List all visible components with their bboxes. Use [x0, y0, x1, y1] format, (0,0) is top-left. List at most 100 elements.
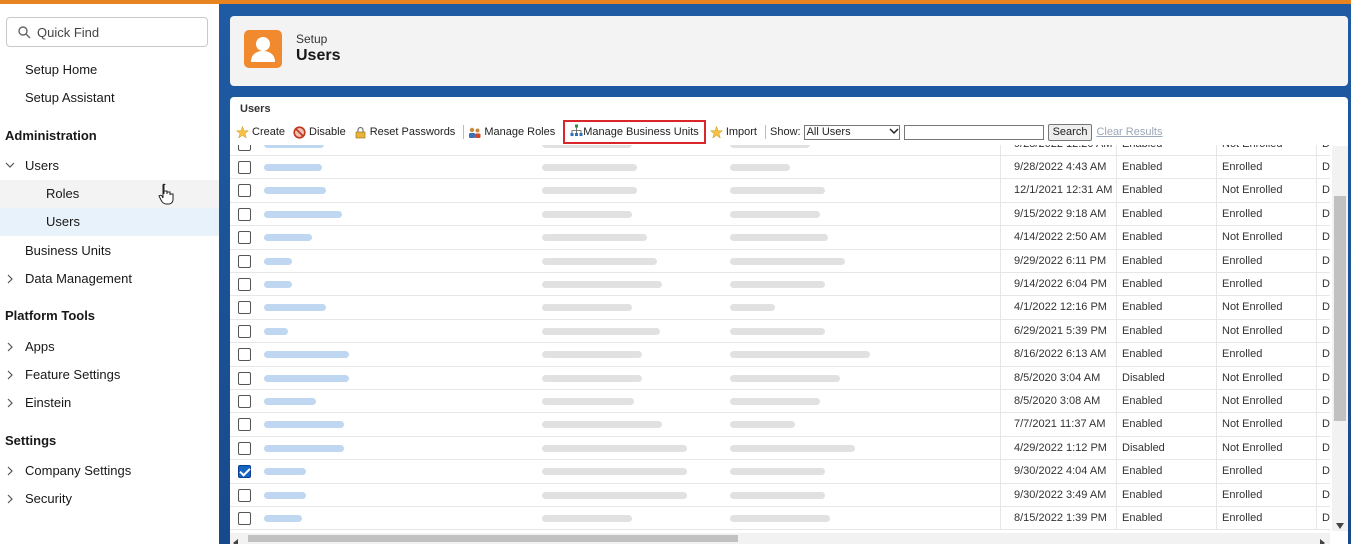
row-checkbox[interactable] — [238, 278, 251, 291]
row-checkbox[interactable] — [238, 395, 251, 408]
horizontal-scrollbar[interactable] — [230, 533, 1330, 544]
user-name-link[interactable] — [264, 327, 288, 335]
enrollment-cell: Not Enrolled — [1222, 395, 1283, 407]
column-divider — [1000, 390, 1001, 413]
column-divider — [1216, 296, 1217, 320]
create-button[interactable]: Create — [235, 125, 285, 139]
manage-roles-button[interactable]: Manage Roles — [468, 126, 555, 139]
status-cell: Enabled — [1122, 231, 1163, 244]
table-row: 8/5/2020 3:04 AM Disabled Not Enrolled D — [230, 366, 1330, 390]
row-checkbox[interactable] — [238, 145, 251, 151]
manage-business-units-button[interactable]: Manage Business Units — [563, 120, 706, 144]
row-checkbox[interactable] — [238, 418, 251, 432]
show-label: Show: — [770, 126, 801, 138]
row-checkbox[interactable] — [238, 371, 251, 385]
user-name-link[interactable] — [264, 210, 342, 218]
user-name-link[interactable] — [264, 257, 292, 265]
row-checkbox[interactable] — [238, 231, 251, 245]
row-checkbox[interactable] — [238, 441, 251, 455]
row-checkbox[interactable] — [238, 348, 251, 362]
sidebar-item-einstein[interactable]: Einstein — [0, 389, 219, 417]
sidebar-item-setup-home[interactable]: Setup Home — [0, 56, 219, 84]
row-checkbox[interactable] — [238, 488, 251, 502]
row-checkbox[interactable] — [238, 301, 251, 315]
column-divider — [1116, 507, 1117, 530]
column-divider — [1316, 319, 1317, 343]
sidebar-item-company-settings[interactable]: Company Settings — [0, 457, 219, 485]
column-divider — [1316, 249, 1317, 273]
clear-results-link[interactable]: Clear Results — [1096, 126, 1162, 138]
column-divider — [1216, 507, 1217, 530]
column-divider — [1216, 179, 1217, 203]
user-name-link[interactable] — [264, 304, 326, 312]
column-divider — [1216, 366, 1217, 390]
redacted-text — [542, 491, 687, 499]
last-login-cell: 8/16/2022 6:13 AM — [1014, 348, 1107, 361]
sidebar-item-users-sub[interactable]: Users — [0, 208, 219, 236]
sidebar-item-data-management[interactable]: Data Management — [0, 265, 219, 293]
search-button[interactable]: Search — [1047, 123, 1093, 141]
row-checkbox[interactable] — [238, 512, 251, 525]
redacted-text — [730, 468, 825, 476]
column-divider — [1116, 145, 1117, 156]
column-divider — [1316, 296, 1317, 320]
user-name-link[interactable] — [264, 444, 344, 452]
table-row: 7/7/2021 11:37 AM Enabled Not Enrolled D — [230, 413, 1330, 437]
sidebar-item-security[interactable]: Security — [0, 485, 219, 513]
user-name-link[interactable] — [264, 398, 316, 405]
user-name-link[interactable] — [264, 281, 292, 288]
status-cell: Enabled — [1122, 324, 1163, 337]
user-name-link[interactable] — [264, 491, 306, 499]
row-checkbox[interactable] — [238, 184, 251, 198]
redacted-text — [730, 351, 870, 359]
user-name-link[interactable] — [264, 468, 306, 476]
reset-passwords-button[interactable]: Reset Passwords — [354, 126, 455, 139]
sidebar-item-label: Setup Home — [25, 62, 98, 77]
user-name-link[interactable] — [264, 234, 312, 242]
quick-find-input[interactable]: Quick Find — [6, 17, 208, 47]
user-name-link[interactable] — [264, 374, 349, 382]
row-checkbox[interactable] — [238, 324, 251, 338]
scroll-left-icon[interactable] — [233, 535, 239, 544]
vertical-scrollbar[interactable] — [1332, 146, 1348, 531]
column-divider — [1116, 460, 1117, 484]
enrollment-cell: Not Enrolled — [1222, 145, 1283, 156]
user-name-link[interactable] — [264, 164, 322, 171]
truncated-cell: D — [1322, 207, 1330, 220]
user-name-link[interactable] — [264, 187, 326, 195]
user-name-link[interactable] — [264, 421, 344, 429]
last-login-cell: 9/28/2022 12:20 AM — [1014, 145, 1112, 156]
user-name-link[interactable] — [264, 515, 302, 522]
row-checkbox[interactable] — [238, 254, 251, 268]
scroll-down-icon[interactable] — [1335, 518, 1345, 533]
chevron-right-icon — [5, 485, 15, 524]
redacted-text — [730, 281, 825, 288]
enrollment-cell: Enrolled — [1222, 278, 1263, 290]
disable-button[interactable]: Disable — [293, 125, 346, 139]
column-divider — [1216, 460, 1217, 484]
column-divider — [1116, 343, 1117, 367]
sidebar-item-users[interactable]: Users — [0, 152, 219, 180]
sidebar-item-business-units[interactable]: Business Units — [0, 237, 219, 265]
truncated-cell: D — [1322, 301, 1330, 314]
redacted-text — [730, 164, 790, 171]
sidebar-item-feature-settings[interactable]: Feature Settings — [0, 361, 219, 389]
user-name-link[interactable] — [264, 145, 324, 148]
show-filter-select[interactable]: All Users — [803, 124, 900, 140]
row-checkbox[interactable] — [238, 207, 251, 221]
scrollbar-thumb[interactable] — [248, 535, 738, 542]
last-login-cell: 9/15/2022 9:18 AM — [1014, 207, 1107, 220]
sidebar-item-setup-assistant[interactable]: Setup Assistant — [0, 84, 219, 112]
user-name-link[interactable] — [264, 351, 349, 359]
truncated-cell: D — [1322, 231, 1330, 244]
import-button[interactable]: Import — [709, 125, 757, 139]
scrollbar-thumb[interactable] — [1334, 196, 1346, 421]
sidebar-item-apps[interactable]: Apps — [0, 333, 219, 361]
sidebar-item-label: Data Management — [25, 271, 132, 286]
row-checkbox[interactable] — [238, 465, 251, 479]
row-checkbox[interactable] — [238, 161, 251, 174]
sidebar-item-roles[interactable]: Roles — [0, 180, 219, 208]
scroll-right-icon[interactable] — [1320, 535, 1326, 544]
search-input[interactable] — [903, 124, 1044, 140]
status-cell: Enabled — [1122, 418, 1163, 431]
